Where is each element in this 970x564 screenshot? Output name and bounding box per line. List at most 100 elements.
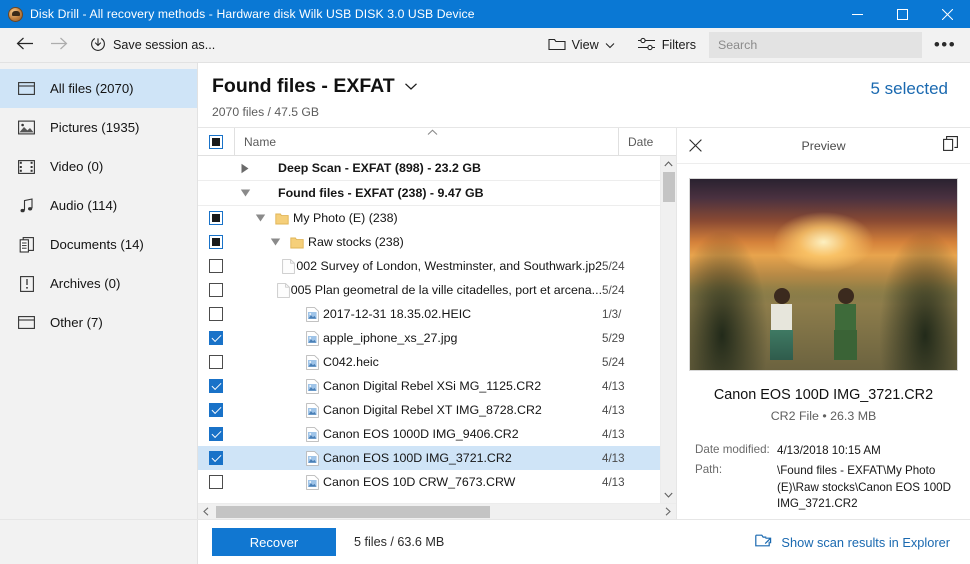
sidebar-item-archives[interactable]: Archives (0) [0,264,197,303]
row-checkbox[interactable] [209,283,223,297]
row-date-cell: 4/13 [602,428,660,441]
table-row[interactable]: 002 Survey of London, Westminster, and S… [198,254,660,278]
chevron-down-icon[interactable] [404,78,418,96]
row-checkbox[interactable] [209,331,223,345]
row-checkbox[interactable] [209,307,223,321]
preview-popout-button[interactable] [936,136,958,156]
row-checkbox[interactable] [209,211,223,225]
row-checkbox[interactable] [209,379,223,393]
horizontal-scroll-track[interactable] [214,504,660,520]
scroll-up-arrow-icon[interactable] [664,156,673,172]
sidebar-item-other[interactable]: Other (7) [0,303,197,342]
table-row[interactable]: apple_iphone_xs_27.jpg5/29 [198,326,660,350]
table-row[interactable]: Raw stocks (238) [198,230,660,254]
minimize-button[interactable] [835,0,880,28]
horizontal-scroll-thumb[interactable] [216,506,490,518]
document-file-icon [277,283,291,298]
table-row[interactable]: Canon EOS 1000D IMG_9406.CR2 4/13 [198,422,660,446]
sidebar-item-all-files[interactable]: All files (2070) [0,69,197,108]
more-options-button[interactable]: ••• [928,35,962,55]
column-header-name[interactable]: Name [234,128,618,155]
scroll-down-arrow-icon[interactable] [664,487,673,503]
sidebar-item-pictures[interactable]: Pictures (1935) [0,108,197,147]
recover-button[interactable]: Recover [212,528,336,556]
image-file-icon [301,427,323,442]
row-checkbox-cell[interactable] [198,355,234,369]
show-in-explorer-label: Show scan results in Explorer [781,535,950,550]
column-header-date[interactable]: Date [618,128,676,155]
row-checkbox[interactable] [209,451,223,465]
row-checkbox-cell[interactable] [198,331,234,345]
window-icon [17,79,36,98]
forward-button[interactable] [42,31,76,59]
row-checkbox-cell[interactable] [198,427,234,441]
sidebar-item-video[interactable]: Video (0) [0,147,197,186]
vertical-scrollbar[interactable] [660,156,676,503]
select-all-checkbox[interactable] [209,135,223,149]
preview-close-button[interactable] [689,139,711,152]
main-header-left: Found files - EXFAT 2070 files / 47.5 GB [212,75,871,119]
row-checkbox[interactable] [209,355,223,369]
image-file-icon [301,331,323,346]
row-checkbox-cell[interactable] [198,235,234,249]
scroll-right-arrow-icon[interactable] [660,507,676,516]
row-name-cell: C042.heic [234,355,602,370]
preview-field-path: Path: \Found files - EXFAT\My Photo (E)\… [695,463,958,513]
row-checkbox-cell[interactable] [198,259,234,273]
row-name-cell: Raw stocks (238) [234,235,602,249]
sidebar-item-documents[interactable]: Documents (14) [0,225,197,264]
back-button[interactable] [8,31,42,59]
image-file-icon [301,475,323,490]
row-checkbox[interactable] [209,427,223,441]
table-row[interactable]: Deep Scan - EXFAT (898) - 23.2 GB [198,156,660,181]
row-checkbox-cell[interactable] [198,307,234,321]
sidebar-item-audio[interactable]: Audio (114) [0,186,197,225]
row-checkbox-cell[interactable] [198,283,234,297]
row-checkbox-cell[interactable] [198,451,234,465]
collapse-arrow-icon[interactable] [234,188,256,198]
vertical-scroll-track[interactable] [661,172,677,487]
file-rows[interactable]: Deep Scan - EXFAT (898) - 23.2 GB Found f… [198,156,660,503]
table-row[interactable]: Found files - EXFAT (238) - 9.47 GB [198,181,660,206]
table-row[interactable]: 2017-12-31 18.35.02.HEIC1/3/ [198,302,660,326]
row-name-cell: apple_iphone_xs_27.jpg [234,331,602,346]
window-title: Disk Drill - All recovery methods - Hard… [30,7,475,21]
collapse-arrow-icon[interactable] [264,237,286,247]
sort-ascending-icon [427,128,438,139]
save-session-button[interactable]: Save session as... [82,31,222,59]
table-row[interactable]: My Photo (E) (238) [198,206,660,230]
row-checkbox-cell[interactable] [198,475,234,489]
row-checkbox-cell[interactable] [198,379,234,393]
collapse-arrow-icon[interactable] [249,213,271,223]
row-checkbox[interactable] [209,475,223,489]
select-all-checkbox-cell[interactable] [198,135,234,149]
table-row[interactable]: C042.heic5/24 [198,350,660,374]
vertical-scroll-thumb[interactable] [663,172,675,202]
save-download-icon [89,35,107,56]
row-checkbox[interactable] [209,403,223,417]
table-row[interactable]: Canon Digital Rebel XSi MG_1125.CR24/13 [198,374,660,398]
show-in-explorer-link[interactable]: Show scan results in Explorer [755,533,950,551]
filters-button[interactable]: Filters [630,31,703,59]
table-row[interactable]: Canon Digital Rebel XT IMG_8728.CR24/13 [198,398,660,422]
scroll-left-arrow-icon[interactable] [198,507,214,516]
row-checkbox-cell[interactable] [198,211,234,225]
row-checkbox-cell[interactable] [198,403,234,417]
files-summary: 2070 files / 47.5 GB [212,105,871,119]
found-files-title-group[interactable]: Found files - EXFAT [212,75,871,98]
expand-arrow-icon[interactable] [234,163,256,174]
horizontal-scrollbar[interactable] [198,503,676,519]
maximize-button[interactable] [880,0,925,28]
table-row[interactable]: Canon EOS 10D CRW_7673.CRW4/13 [198,470,660,494]
close-button[interactable] [925,0,970,28]
film-icon [17,157,36,176]
table-row[interactable]: Canon EOS 100D IMG_3721.CR24/13 [198,446,660,470]
back-arrow-icon [16,36,34,54]
row-name-cell: Found files - EXFAT (238) - 9.47 GB [234,186,602,200]
view-button[interactable]: View [541,31,622,59]
row-checkbox[interactable] [209,235,223,249]
row-checkbox[interactable] [209,259,223,273]
table-row[interactable]: 005 Plan geometral de la ville citadelle… [198,278,660,302]
row-name-label: Canon EOS 1000D IMG_9406.CR2 [323,427,519,441]
search-input[interactable] [709,32,922,58]
